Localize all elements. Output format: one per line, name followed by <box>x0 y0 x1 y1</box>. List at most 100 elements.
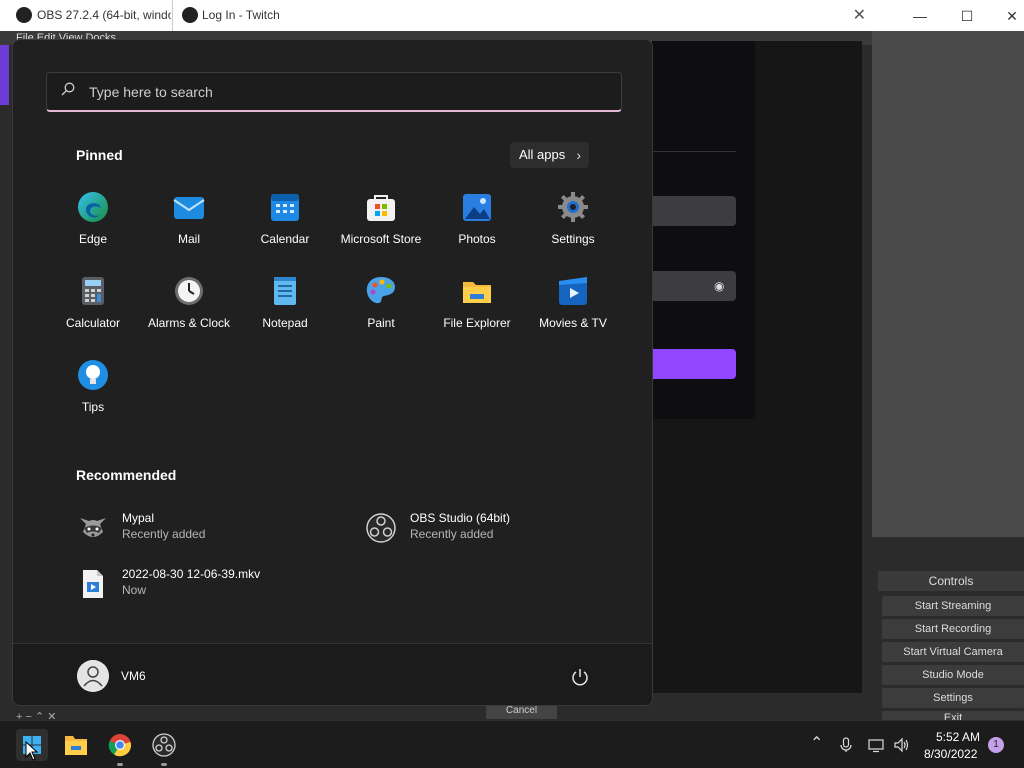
pinned-app-settings[interactable]: Settings <box>525 191 621 261</box>
studio-mode-button[interactable]: Studio Mode <box>882 665 1024 685</box>
obs-side-panel <box>872 31 1024 537</box>
search-input[interactable]: Type here to search <box>89 84 213 100</box>
scene-toolbar[interactable]: + − ⌃ ✕ <box>16 710 171 723</box>
chevron-right-icon: › <box>576 147 581 163</box>
app-label: Edge <box>78 232 108 246</box>
twitch-username-field[interactable] <box>652 196 736 226</box>
recommended-heading: Recommended <box>76 467 177 483</box>
chrome-icon <box>108 734 132 757</box>
pinned-app-file-explorer[interactable]: File Explorer <box>429 275 525 345</box>
pinned-app-edge[interactable]: Edge <box>45 191 141 261</box>
start-button[interactable] <box>16 729 48 761</box>
pinned-app-notepad[interactable]: Notepad <box>237 275 333 345</box>
exit-button[interactable]: Exit <box>882 711 1024 720</box>
pinned-app-photos[interactable]: Photos <box>429 191 525 261</box>
taskbar: ⌃ 5:52 AM 8/30/2022 1 <box>0 720 1024 768</box>
twitch-login-button[interactable] <box>652 349 736 379</box>
calendar-icon <box>271 194 299 221</box>
notification-badge[interactable]: 1 <box>988 737 1004 753</box>
close-button[interactable]: ✕ <box>997 6 1024 26</box>
obs-icon <box>366 513 396 543</box>
start-virtual-camera-button[interactable]: Start Virtual Camera <box>882 642 1024 662</box>
running-indicator <box>161 763 167 766</box>
video-file-icon <box>83 570 103 598</box>
app-label: Paint <box>367 316 395 330</box>
app-label: Settings <box>551 232 595 246</box>
network-icon[interactable] <box>868 737 884 753</box>
raccoon-icon <box>80 518 106 537</box>
notepad-icon <box>274 277 296 305</box>
pinned-app-microsoft-store[interactable]: Microsoft Store <box>333 191 429 261</box>
controls-dock-header: Controls <box>878 571 1024 591</box>
recommended-item-obs-studio[interactable]: OBS Studio (64bit) Recently added <box>365 510 625 546</box>
twitch-divider <box>652 151 736 152</box>
all-apps-button[interactable]: All apps › <box>510 142 589 168</box>
clock-time[interactable]: 5:52 AM <box>936 730 980 744</box>
store-icon <box>367 195 395 221</box>
recommended-name: OBS Studio (64bit) <box>410 511 511 525</box>
twitch-close-button[interactable]: ✕ <box>853 5 866 25</box>
app-label: Alarms & Clock <box>147 316 230 330</box>
all-apps-label: All apps <box>519 147 566 162</box>
taskbar-file-explorer[interactable] <box>60 729 92 761</box>
twitch-tab-title: Log In - Twitch <box>202 8 280 22</box>
app-label: Calculator <box>65 316 121 330</box>
app-label: Microsoft Store <box>340 232 422 246</box>
recommended-subtitle: Recently added <box>410 527 494 541</box>
pinned-app-alarms-clock[interactable]: Alarms & Clock <box>141 275 237 345</box>
pinned-app-calculator[interactable]: Calculator <box>45 275 141 345</box>
app-label: Tips <box>81 400 105 414</box>
start-recording-button[interactable]: Start Recording <box>882 619 1024 639</box>
recommended-item-mypal[interactable]: Mypal Recently added <box>77 510 337 546</box>
minimize-button[interactable]: — <box>905 6 935 26</box>
search-box[interactable]: Type here to search <box>46 72 622 112</box>
recommended-name: 2022-08-30 12-06-39.mkv <box>122 567 261 581</box>
clock-icon <box>175 277 203 305</box>
app-label: Mail <box>177 232 200 246</box>
pinned-app-movies-tv[interactable]: Movies & TV <box>525 275 621 345</box>
obs-preview-strip <box>0 45 9 105</box>
app-label: Calendar <box>260 232 310 246</box>
folder-icon <box>463 282 491 303</box>
edge-icon <box>78 192 108 222</box>
taskbar-chrome[interactable] <box>104 729 136 766</box>
chevron-up-icon[interactable]: ⌃ <box>810 733 826 752</box>
settings-button[interactable]: Settings <box>882 688 1024 708</box>
start-menu-footer: VM6 <box>13 643 652 705</box>
obs-icon <box>152 733 176 757</box>
eye-icon[interactable]: ◉ <box>714 279 724 293</box>
pinned-app-paint[interactable]: Paint <box>333 275 429 345</box>
pinned-heading: Pinned <box>76 147 123 163</box>
volume-icon[interactable] <box>893 737 909 753</box>
pinned-app-mail[interactable]: Mail <box>141 191 237 261</box>
obs-logo-icon <box>182 7 198 23</box>
power-icon[interactable] <box>571 668 589 686</box>
user-name[interactable]: VM6 <box>121 669 146 683</box>
paint-icon <box>366 277 395 304</box>
mouse-cursor-icon <box>25 741 39 761</box>
search-icon <box>61 82 75 96</box>
gear-icon <box>558 192 588 222</box>
recommended-subtitle: Now <box>122 583 147 597</box>
running-indicator <box>117 763 123 766</box>
pinned-app-tips[interactable]: Tips <box>45 359 141 429</box>
recommended-subtitle: Recently added <box>122 527 206 541</box>
start-streaming-button[interactable]: Start Streaming <box>882 596 1024 616</box>
pinned-app-calendar[interactable]: Calendar <box>237 191 333 261</box>
microphone-icon[interactable] <box>838 737 854 753</box>
lightbulb-icon <box>78 360 108 390</box>
clock-date[interactable]: 8/30/2022 <box>924 747 977 761</box>
app-label: Photos <box>458 232 496 246</box>
start-menu: Type here to search Pinned All apps › Ed… <box>12 39 653 706</box>
movies-icon <box>559 277 587 305</box>
app-label: File Explorer <box>443 316 511 330</box>
maximize-button[interactable]: ☐ <box>952 6 982 26</box>
taskbar-obs[interactable] <box>148 729 180 766</box>
recommended-item-mkv-file[interactable]: 2022-08-30 12-06-39.mkv Now <box>77 566 337 602</box>
app-label: Movies & TV <box>539 316 607 330</box>
app-label: Notepad <box>262 316 308 330</box>
avatar[interactable] <box>77 660 109 692</box>
twitch-titlebar[interactable]: Log In - Twitch ✕ <box>172 0 872 31</box>
recommended-name: Mypal <box>122 511 155 525</box>
calculator-icon <box>82 277 104 305</box>
